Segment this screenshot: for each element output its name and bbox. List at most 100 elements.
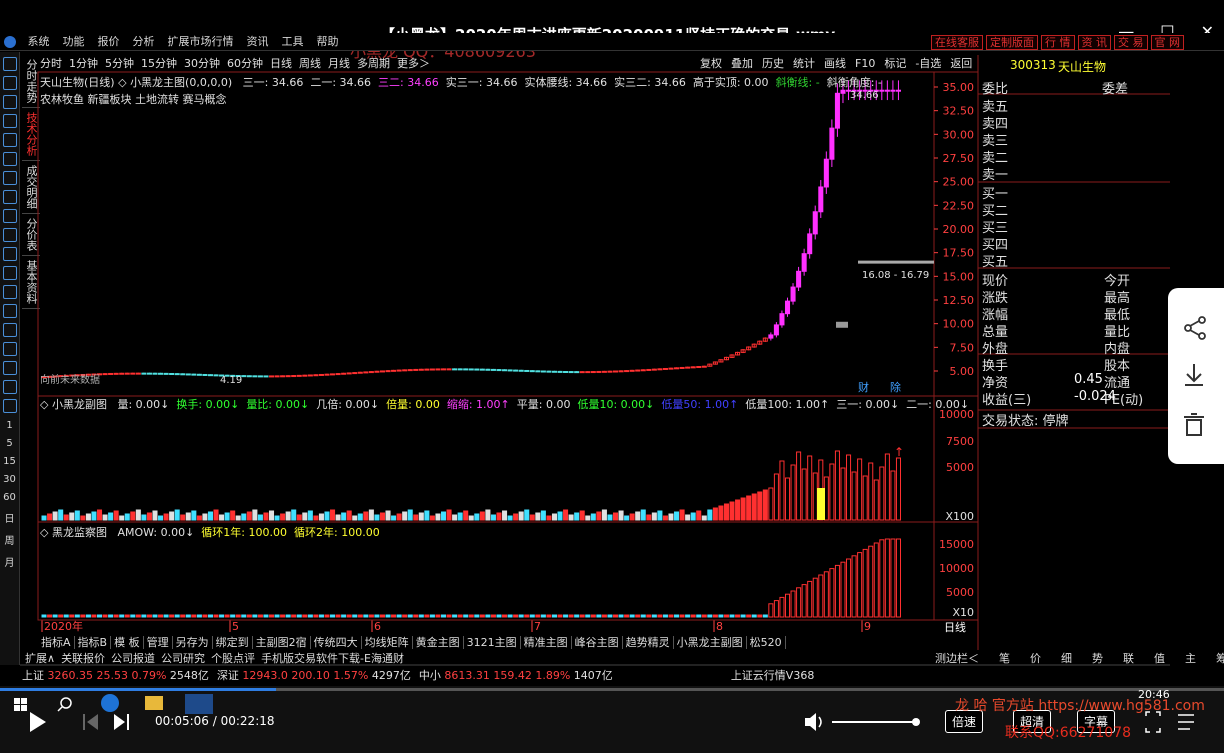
info-tab[interactable]: 关联报价 [58, 652, 108, 665]
indicator-template-tab[interactable]: 另存为 [172, 636, 213, 649]
ie-browser-icon[interactable] [101, 694, 119, 712]
indicator-template-tab[interactable]: 松520 [746, 636, 786, 649]
download-icon[interactable] [1185, 364, 1203, 386]
indicator-template-tab[interactable]: 精准主图 [520, 636, 572, 649]
monitor-bar [757, 614, 763, 618]
mon-y-tick: 10000 [939, 562, 974, 575]
monitor-bar [773, 600, 779, 618]
app-taskbar-icon[interactable] [185, 694, 213, 714]
side-tab[interactable]: 测边栏＜ [935, 652, 979, 665]
candle-body [352, 372, 358, 375]
candle-body [773, 324, 779, 336]
fullscreen-icon[interactable] [1145, 711, 1161, 733]
cloud-quote-label[interactable]: 上证云行情V368 [731, 669, 815, 682]
finance-marker[interactable]: 财 [858, 380, 869, 394]
monitor-bar [302, 614, 308, 618]
range-label: 16.08 - 16.79 [862, 270, 929, 281]
info-tab[interactable]: 扩展∧ [22, 652, 58, 665]
monitor-bar [335, 614, 341, 618]
windows-start-icon[interactable] [14, 698, 27, 711]
info-tab[interactable]: 手机版交易软件下载-E海通财 [258, 652, 407, 665]
indicator-template-tab[interactable]: 小黑龙主副图 [673, 636, 747, 649]
volume-handle[interactable] [912, 718, 920, 726]
candle-body [296, 374, 302, 377]
folder-icon[interactable] [145, 696, 163, 710]
mon-indicator-name[interactable]: 黑龙监察图 [52, 526, 107, 539]
monitor-bar [52, 614, 58, 618]
video-time-total: 00:22:18 [220, 714, 275, 728]
candle-body [768, 334, 774, 339]
side-tab[interactable]: 笔 [999, 652, 1010, 665]
volume-icon[interactable] [805, 713, 822, 731]
vol-indicator-name[interactable]: 小黑龙副图 [52, 398, 107, 411]
info-tab[interactable]: 公司研究 [158, 652, 208, 665]
candle-body [618, 370, 624, 373]
candle-body [546, 370, 552, 373]
side-tab[interactable]: 值 [1154, 652, 1165, 665]
delete-icon[interactable] [1184, 413, 1204, 436]
candle-body [391, 369, 397, 372]
index-item[interactable]: 上证 3260.35 25.53 0.79% 2548亿 [22, 669, 209, 682]
indicator-template-tab[interactable]: 传统四大 [310, 636, 362, 649]
side-tab[interactable]: 价 [1030, 652, 1041, 665]
indicator-template-tab[interactable]: 峰谷主图 [571, 636, 623, 649]
stock-chart-title: 天山生物(日线) [40, 76, 115, 89]
play-icon[interactable] [30, 712, 46, 732]
info-tab[interactable]: 公司报道 [108, 652, 158, 665]
index-item[interactable]: 中小 8613.31 159.42 1.89% 1407亿 [419, 669, 613, 682]
monitor-bar [102, 614, 108, 618]
info-tab[interactable]: 个股点评 [208, 652, 258, 665]
volume-bar [790, 464, 796, 521]
side-tab[interactable]: 主 [1185, 652, 1196, 665]
volume-bar [668, 513, 674, 521]
monitor-bar [379, 614, 385, 618]
volume-bar [551, 513, 557, 521]
indicator-template-tab[interactable]: 绑定到 [212, 636, 253, 649]
next-icon[interactable] [114, 714, 129, 730]
indicator-template-tab[interactable]: 主副图2宿 [252, 636, 311, 649]
candle-body [268, 375, 275, 378]
side-tab[interactable]: 细 [1061, 652, 1072, 665]
prev-icon[interactable] [83, 714, 98, 730]
index-item[interactable]: 深证 12943.0 200.10 1.57% 4297亿 [217, 669, 411, 682]
playlist-icon[interactable] [1178, 714, 1194, 730]
volume-bar [651, 512, 657, 521]
monitor-bar [158, 614, 164, 618]
candle-body [662, 367, 668, 370]
monitor-bar [41, 614, 47, 618]
candle-body [141, 372, 147, 375]
indicator-template-tab[interactable]: 均线矩阵 [361, 636, 413, 649]
monitor-bar [280, 614, 286, 618]
ex-rights-marker[interactable]: 除 [890, 380, 901, 394]
indicator-template-tab[interactable]: 3121主图 [463, 636, 521, 649]
indicator-template-tab[interactable]: 模 板 [111, 636, 144, 649]
indicator-template-tab[interactable]: 趋势精灵 [622, 636, 674, 649]
side-tab[interactable]: 势 [1092, 652, 1103, 665]
y-tick-label: 27.50 [943, 152, 975, 165]
indicator-template-tab[interactable]: 管理 [143, 636, 173, 649]
volume-bar [385, 510, 391, 521]
monitor-bar [263, 614, 269, 618]
monitor-bar [330, 614, 336, 618]
monitor-bar [701, 614, 707, 618]
vol-y-tick: 5000 [946, 461, 974, 474]
volume-bar [446, 509, 452, 521]
volume-bar [213, 509, 219, 521]
volume-bar [435, 513, 441, 521]
indicator-template-tab[interactable]: 黄金主图 [412, 636, 464, 649]
candle-body [840, 89, 846, 94]
side-tab[interactable]: 筹 [1216, 652, 1224, 665]
volume-bar [163, 513, 169, 521]
share-icon[interactable] [1184, 316, 1206, 340]
monitor-bar [723, 614, 729, 618]
trade-status: 交易状态: 停牌 [982, 414, 1069, 429]
indicator-template-tab[interactable]: 指标A [38, 636, 75, 649]
candle-body [374, 370, 380, 373]
main-indicator-name[interactable]: 小黑龙主图(0,0,0,0) [130, 76, 232, 89]
search-icon[interactable] [57, 697, 72, 712]
monitor-bar [413, 614, 419, 618]
monitor-bar [457, 614, 463, 618]
indicator-template-tab[interactable]: 指标B [74, 636, 112, 649]
side-tab[interactable]: 联 [1123, 652, 1134, 665]
volume-bar [452, 514, 458, 521]
